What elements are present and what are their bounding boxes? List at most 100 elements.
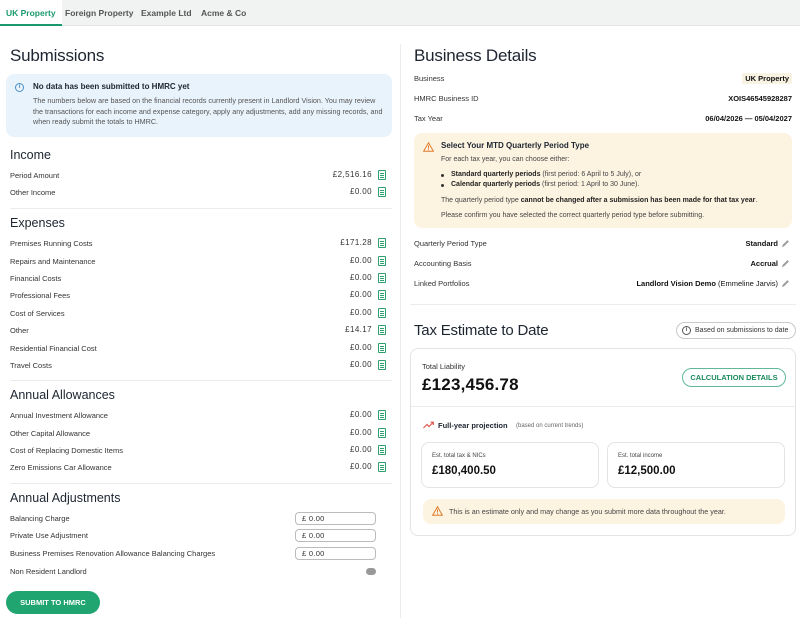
income-row: Other Income £0.00: [10, 185, 388, 201]
document-icon[interactable]: [378, 170, 386, 180]
expense-row: Premises Running Costs £171.28: [10, 236, 388, 252]
document-icon[interactable]: [378, 462, 386, 472]
tab-acme-co[interactable]: Acme & Co: [195, 0, 252, 26]
row-label: Repairs and Maintenance: [10, 257, 96, 266]
row-label: Private Use Adjustment: [10, 531, 88, 540]
row-value: £14.17: [345, 325, 372, 334]
row-label: Accounting Basis: [414, 259, 472, 268]
row-value: £0.00: [349, 256, 372, 265]
row-value: Landlord Vision Demo (Emmeline Jarvis): [636, 279, 778, 288]
document-icon[interactable]: [378, 343, 386, 353]
total-liability-value: £123,456.78: [422, 375, 519, 394]
total-liability-label: Total Liability: [422, 362, 465, 371]
tax-estimate-card: Total Liability £123,456.78 CALCULATION …: [410, 348, 796, 536]
business-row: Tax Year 06/04/2026 — 05/04/2027: [414, 112, 792, 126]
row-value: £0.00: [349, 343, 372, 352]
adjustment-row: Business Premises Renovation Allowance B…: [10, 547, 388, 563]
row-label: Other Capital Allowance: [10, 429, 91, 438]
document-icon[interactable]: [378, 308, 386, 318]
expense-row: Repairs and Maintenance £0.00: [10, 254, 388, 270]
expense-row: Professional Fees £0.00: [10, 288, 388, 304]
private-use-adjustment-input[interactable]: £ 0.00: [295, 529, 376, 542]
row-value: £171.28: [340, 238, 372, 247]
row-label: Residential Financial Cost: [10, 344, 97, 353]
row-value: £0.00: [349, 360, 372, 369]
allowance-row: Other Capital Allowance £0.00: [10, 426, 388, 442]
row-label: Business: [414, 74, 445, 83]
row-value: £0.00: [349, 445, 372, 454]
row-value: £0.00: [349, 290, 372, 299]
document-icon[interactable]: [378, 238, 386, 248]
info-body: The numbers below are based on the finan…: [33, 96, 383, 126]
document-icon[interactable]: [378, 428, 386, 438]
estimate-warning: This is an estimate only and may change …: [423, 499, 785, 524]
warning-icon: [432, 506, 443, 516]
info-icon: i: [682, 326, 691, 335]
balancing-charge-input[interactable]: £ 0.00: [295, 512, 376, 525]
document-icon[interactable]: [378, 290, 386, 300]
submit-to-hmrc-button[interactable]: SUBMIT TO HMRC: [6, 591, 100, 614]
bullet: [441, 184, 444, 187]
tab-uk-property[interactable]: UK Property: [0, 0, 62, 26]
tab-foreign-property[interactable]: Foreign Property: [59, 0, 139, 26]
row-label: Premises Running Costs: [10, 239, 93, 248]
setting-row: Accounting Basis Accrual: [414, 257, 792, 271]
document-icon[interactable]: [378, 360, 386, 370]
est-tax-card: Est. total tax & NICs £180,400.50: [421, 442, 599, 488]
edit-pencil-icon[interactable]: [781, 279, 790, 288]
mtd-title: Select Your MTD Quarterly Period Type: [441, 141, 590, 150]
document-icon[interactable]: [378, 273, 386, 283]
est-income-value: £12,500.00: [618, 465, 676, 477]
row-label: Quarterly Period Type: [414, 239, 487, 248]
based-on-submissions-chip[interactable]: i Based on submissions to date: [676, 322, 796, 339]
section-divider: [10, 483, 392, 484]
tab-example-ltd[interactable]: Example Ltd: [135, 0, 198, 26]
setting-row: Linked Portfolios Landlord Vision Demo (…: [414, 277, 792, 291]
allowance-row: Cost of Replacing Domestic Items £0.00: [10, 443, 388, 459]
row-label: Tax Year: [414, 114, 443, 123]
bpra-balancing-charges-input[interactable]: £ 0.00: [295, 547, 376, 560]
row-value: £0.00: [349, 410, 372, 419]
est-tax-label: Est. total tax & NICs: [432, 453, 486, 459]
calculation-details-button[interactable]: CALCULATION DETAILS: [682, 368, 786, 387]
mtd-option-calendar: Calendar quarterly periods (first period…: [451, 181, 640, 188]
card-divider: [411, 406, 795, 407]
row-label: Balancing Charge: [10, 514, 70, 523]
allowances-heading: Annual Allowances: [10, 388, 115, 402]
document-icon[interactable]: [378, 445, 386, 455]
document-icon[interactable]: [378, 410, 386, 420]
adjustment-row: Balancing Charge £ 0.00: [10, 512, 388, 528]
income-heading: Income: [10, 148, 51, 162]
section-divider: [10, 380, 392, 381]
adjustments-heading: Annual Adjustments: [10, 491, 121, 505]
row-value: £0.00: [349, 462, 372, 471]
row-label: Cost of Replacing Domestic Items: [10, 446, 123, 455]
row-label: Period Amount: [10, 171, 60, 180]
mtd-intro: For each tax year, you can choose either…: [441, 156, 570, 163]
allowance-row: Zero Emissions Car Allowance £0.00: [10, 460, 388, 476]
document-icon[interactable]: [378, 325, 386, 335]
document-icon[interactable]: [378, 187, 386, 197]
edit-pencil-icon[interactable]: [781, 259, 790, 268]
est-income-card: Est. total income £12,500.00: [607, 442, 785, 488]
row-value: Standard: [745, 239, 778, 248]
bullet: [441, 174, 444, 177]
expense-row: Travel Costs £0.00: [10, 358, 388, 374]
row-label: Other: [10, 326, 29, 335]
allowance-row: Annual Investment Allowance £0.00: [10, 408, 388, 424]
business-details-title: Business Details: [414, 46, 537, 65]
mtd-option-standard: Standard quarterly periods (first period…: [451, 171, 642, 178]
row-label: Financial Costs: [10, 274, 62, 283]
expense-row: Financial Costs £0.00: [10, 271, 388, 287]
row-label: Business Premises Renovation Allowance B…: [10, 549, 216, 558]
adjustment-row: Private Use Adjustment £ 0.00: [10, 529, 388, 545]
row-value: £2,516.16: [332, 170, 372, 179]
document-icon[interactable]: [378, 256, 386, 266]
row-value: 06/04/2026 — 05/04/2027: [705, 114, 792, 123]
property-tabs: UK Property Foreign Property Example Ltd…: [0, 0, 800, 26]
expense-row: Residential Financial Cost £0.00: [10, 341, 388, 357]
non-resident-landlord-toggle[interactable]: [366, 568, 376, 575]
edit-pencil-icon[interactable]: [781, 239, 790, 248]
mtd-confirm: Please confirm you have selected the cor…: [441, 212, 705, 219]
income-row: Period Amount £2,516.16: [10, 168, 388, 184]
